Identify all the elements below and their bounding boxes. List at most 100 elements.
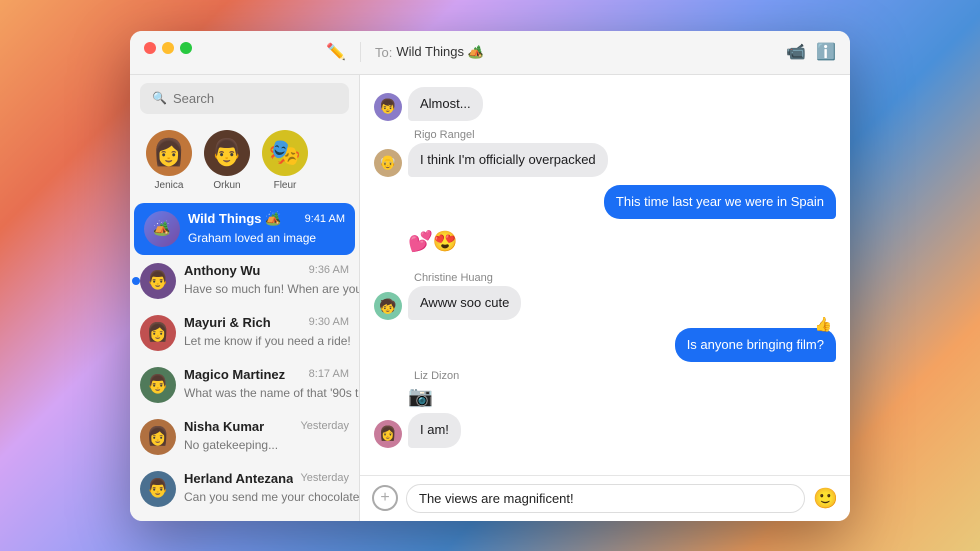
message-with-avatar: 👦 Almost... [374,87,483,121]
message-avatar: 👴 [374,149,402,177]
conv-name-row: Herland Antezana Yesterday [184,471,349,486]
message-with-avatar: 👴 I think I'm officially overpacked [374,143,608,177]
conv-avatar: 👩 [140,419,176,455]
conv-preview: Can you send me your chocolate chip cook… [184,490,359,504]
to-label: To: [375,45,392,60]
conv-name: Anthony Wu [184,263,260,278]
conversation-item-anthony[interactable]: 👨 Anthony Wu 9:36 AM Have so much fun! W… [130,255,359,307]
recipient-name: Wild Things 🏕️ [396,44,483,60]
conversation-item-magico[interactable]: 👨 Magico Martinez 8:17 AM What was the n… [130,359,359,411]
traffic-lights: ✏️ [130,42,360,62]
unread-indicator [132,277,140,285]
message-row: 👦 Almost... [374,87,836,121]
conv-name-row: Mayuri & Rich 9:30 AM [184,315,349,330]
conversation-item-wild-things[interactable]: 🏕️ Wild Things 🏕️ 9:41 AM Graham loved a… [134,203,355,255]
avatar-item[interactable]: 👩 Jenica [146,130,192,191]
conv-name: Mayuri & Rich [184,315,271,330]
compose-button[interactable]: ✏️ [326,42,346,62]
conv-name-row: Anthony Wu 9:36 AM [184,263,349,278]
message-with-avatar: 👩 📷 I am! [374,384,461,447]
conv-avatar: 👨 [140,367,176,403]
emoji-reaction: 💕😍 [408,229,836,254]
avatar-label-orkun: Orkun [213,180,240,191]
app-window: ✏️ To: Wild Things 🏕️ 📹 ℹ️ 🔍 [130,31,850,521]
message-bubble: I am! [408,413,461,447]
sender-name: Liz Dizon [414,370,459,382]
conv-time: 9:30 AM [309,316,349,328]
avatar-row: 👩 Jenica 👨 Orkun 🎭 Fleur [130,122,359,203]
chat-area: 👦 Almost... Rigo Rangel 👴 I think I'm of… [360,75,850,521]
search-input[interactable] [173,91,337,106]
maximize-button[interactable] [180,42,192,54]
conversation-item-mayuri[interactable]: 👩 Mayuri & Rich 9:30 AM Let me know if y… [130,307,359,359]
add-attachment-button[interactable]: + [372,485,398,511]
conv-time: Yesterday [300,420,349,432]
conv-info: Wild Things 🏕️ 9:41 AM Graham loved an i… [188,211,345,247]
chat-actions: 📹 ℹ️ [786,42,836,62]
avatar-jenica: 👩 [146,130,192,176]
conv-avatar: 👩 [140,315,176,351]
conv-avatar: 👨 [140,471,176,507]
conv-time: Yesterday [300,472,349,484]
conv-name-row: Magico Martinez 8:17 AM [184,367,349,382]
message-row: Is anyone bringing film? 👍 [374,328,836,362]
title-bar: ✏️ To: Wild Things 🏕️ 📹 ℹ️ [130,31,850,75]
conv-info: Mayuri & Rich 9:30 AM Let me know if you… [184,315,349,350]
conversation-item-herland[interactable]: 👨 Herland Antezana Yesterday Can you sen… [130,463,359,515]
avatar-item[interactable]: 🎭 Fleur [262,130,308,191]
conv-name: Nisha Kumar [184,419,264,434]
message-row: Liz Dizon 👩 📷 I am! [374,370,836,447]
tapback-icon: 👍 [815,316,832,333]
conv-name: Herland Antezana [184,471,293,486]
sender-name: Christine Huang [414,272,493,284]
info-icon[interactable]: ℹ️ [816,42,836,62]
conv-time: 9:36 AM [309,264,349,276]
input-area: + 🙂 [360,475,850,521]
conv-avatar: 🏕️ [144,211,180,247]
conv-time: 8:17 AM [309,368,349,380]
conv-info: Nisha Kumar Yesterday No gatekeeping... [184,419,349,454]
avatar-item[interactable]: 👨 Orkun [204,130,250,191]
emoji-picker-button[interactable]: 🙂 [813,486,838,511]
conversation-list: 🏕️ Wild Things 🏕️ 9:41 AM Graham loved a… [130,203,359,521]
conv-name: Wild Things 🏕️ [188,211,281,227]
message-input[interactable] [406,484,805,513]
messages-area: 👦 Almost... Rigo Rangel 👴 I think I'm of… [360,75,850,475]
message-with-avatar: 🧒 Awww soo cute [374,286,521,320]
conv-avatar: 👨 [140,263,176,299]
sidebar: 🔍 👩 Jenica 👨 Orkun 🎭 Fleur [130,75,360,521]
video-call-icon[interactable]: 📹 [786,42,806,62]
film-emoji: 📷 [408,384,461,409]
conv-preview: Let me know if you need a ride! [184,334,351,348]
message-bubble: I think I'm officially overpacked [408,143,608,177]
conversation-item-nisha[interactable]: 👩 Nisha Kumar Yesterday No gatekeeping..… [130,411,359,463]
close-button[interactable] [144,42,156,54]
main-content: 🔍 👩 Jenica 👨 Orkun 🎭 Fleur [130,75,850,521]
message-avatar: 👩 [374,420,402,448]
message-bubble: This time last year we were in Spain [604,185,836,219]
avatar-label-jenica: Jenica [155,180,184,191]
conv-preview: What was the name of that '90s thriller … [184,386,359,400]
message-row: Christine Huang 🧒 Awww soo cute [374,272,836,320]
conv-info: Magico Martinez 8:17 AM What was the nam… [184,367,349,402]
conv-preview: No gatekeeping... [184,438,278,452]
chat-recipient: To: Wild Things 🏕️ [375,44,484,60]
message-bubble: Is anyone bringing film? [675,328,836,362]
avatar-fleur: 🎭 [262,130,308,176]
conv-time: 9:41 AM [305,213,345,225]
conv-name-row: Nisha Kumar Yesterday [184,419,349,434]
conv-info: Anthony Wu 9:36 AM Have so much fun! Whe… [184,263,349,298]
message-bubble: Almost... [408,87,483,121]
sender-name: Rigo Rangel [414,129,475,141]
message-row: This time last year we were in Spain [374,185,836,219]
conv-name: Magico Martinez [184,367,285,382]
conv-info: Herland Antezana Yesterday Can you send … [184,471,349,506]
conv-name-row: Wild Things 🏕️ 9:41 AM [188,211,345,227]
chat-header: To: Wild Things 🏕️ 📹 ℹ️ [360,42,850,62]
avatar-orkun: 👨 [204,130,250,176]
message-avatar: 🧒 [374,292,402,320]
message-row: Rigo Rangel 👴 I think I'm officially ove… [374,129,836,177]
minimize-button[interactable] [162,42,174,54]
search-bar[interactable]: 🔍 [140,83,349,114]
conversation-item-leticia[interactable]: 👩 Leticia Ibarra 6/8/24 I'll bring my bi… [130,515,359,521]
